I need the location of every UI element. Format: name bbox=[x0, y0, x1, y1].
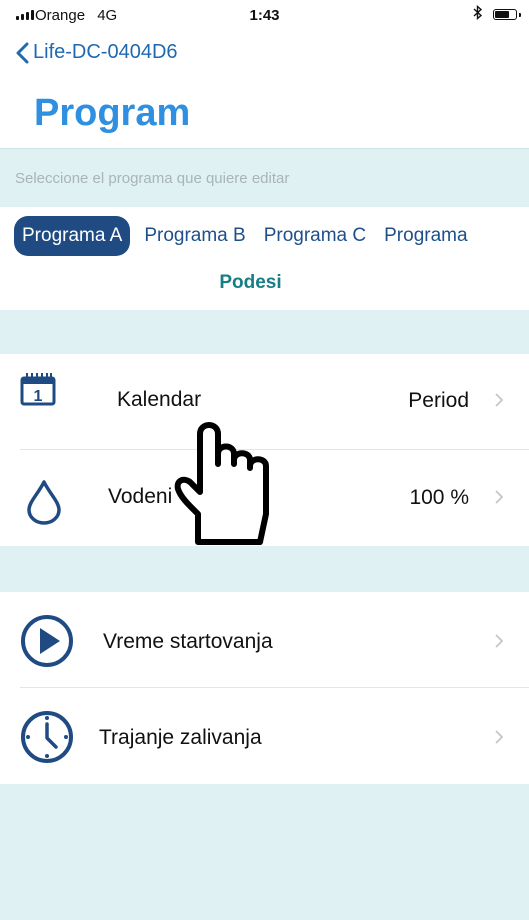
tab-programa-c[interactable]: Programa C bbox=[260, 216, 370, 256]
section-heading: Podesi bbox=[219, 272, 282, 293]
svg-text:1: 1 bbox=[34, 388, 43, 405]
duration-label: Trajanje zalivanja bbox=[99, 726, 262, 749]
program-tabs: Programa A Programa B Programa C Programa bbox=[14, 216, 529, 256]
chevron-right-icon bbox=[495, 490, 503, 504]
section-spacer bbox=[0, 310, 529, 354]
water-label: Vodeni bbox=[108, 485, 173, 508]
calendar-label: Kalendar bbox=[117, 388, 202, 411]
play-icon bbox=[21, 615, 73, 667]
calendar-value: Period bbox=[408, 389, 469, 412]
pointing-hand-icon bbox=[174, 422, 269, 545]
chevron-left-icon bbox=[16, 42, 29, 63]
start-time-row[interactable]: Vreme startovanja bbox=[0, 592, 529, 688]
tab-programa-a[interactable]: Programa A bbox=[14, 216, 131, 256]
water-drop-icon bbox=[27, 480, 61, 525]
clock: 1:43 bbox=[249, 7, 280, 24]
tab-programa-b[interactable]: Programa B bbox=[140, 216, 249, 256]
water-value: 100 % bbox=[409, 486, 469, 509]
hint-text: Seleccione el programa que quiere editar bbox=[15, 170, 290, 187]
duration-row[interactable]: Trajanje zalivanja bbox=[0, 688, 529, 784]
tab-programa-d[interactable]: Programa bbox=[380, 216, 471, 256]
bluetooth-icon bbox=[473, 4, 483, 24]
calendar-icon: 1 bbox=[20, 373, 56, 406]
page-title: Program bbox=[34, 92, 191, 134]
clock-icon bbox=[21, 711, 73, 763]
back-label: Life-DC-0404D6 bbox=[33, 41, 178, 63]
hint-band: Seleccione el programa que quiere editar bbox=[0, 148, 529, 207]
battery-icon bbox=[493, 9, 521, 20]
start-time-label: Vreme startovanja bbox=[103, 630, 273, 653]
status-bar: Orange 4G 1:43 bbox=[0, 0, 529, 34]
chevron-right-icon bbox=[495, 393, 503, 407]
back-button[interactable]: Life-DC-0404D6 bbox=[16, 41, 178, 64]
bottom-fill bbox=[0, 784, 529, 920]
chevron-right-icon bbox=[495, 730, 503, 744]
chevron-right-icon bbox=[495, 634, 503, 648]
